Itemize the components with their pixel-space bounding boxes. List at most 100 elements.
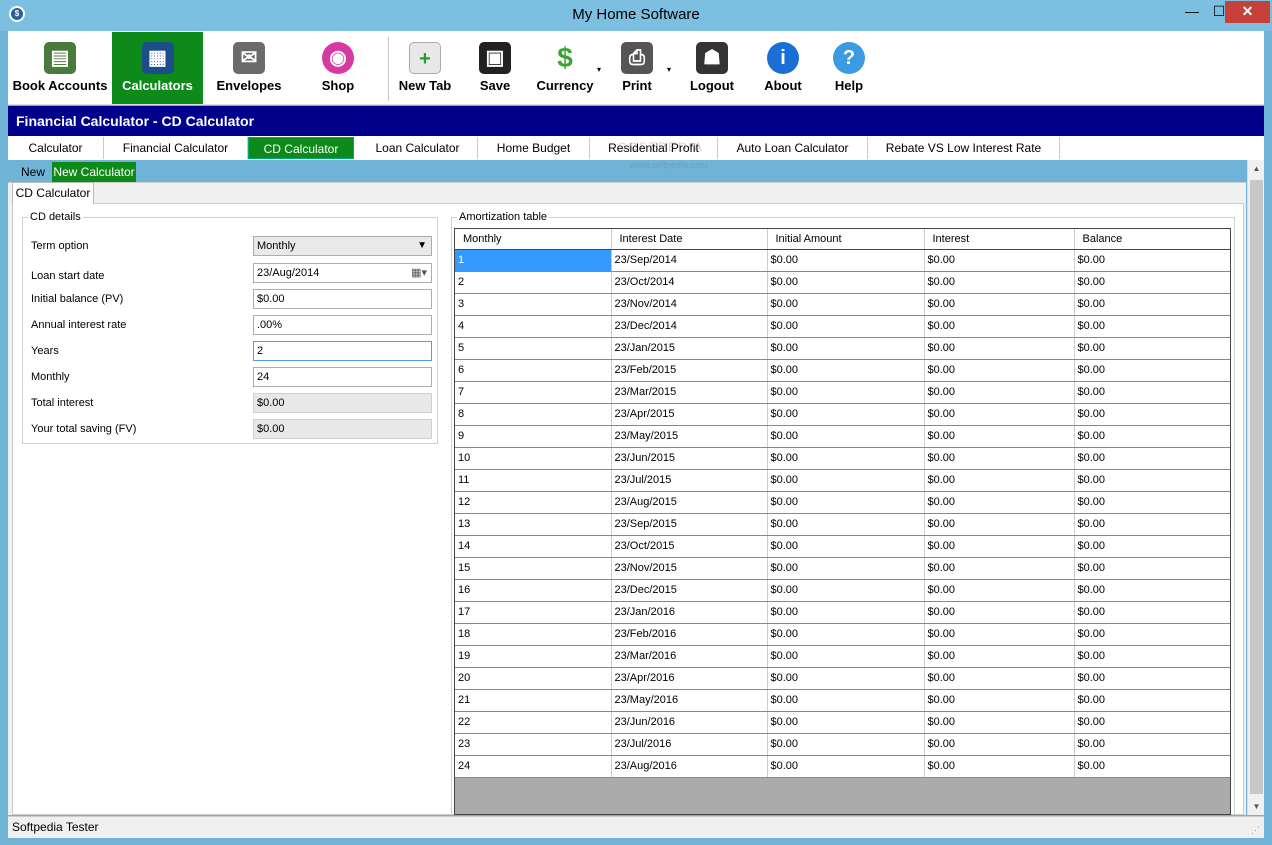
initial-balance-input[interactable]: $0.00 [253,289,432,309]
table-cell[interactable]: $0.00 [767,645,925,668]
table-cell[interactable]: 3 [455,293,612,316]
table-cell[interactable]: $0.00 [1074,359,1230,382]
table-cell[interactable]: $0.00 [767,513,925,536]
table-cell[interactable]: 23/May/2015 [611,425,768,448]
table-cell[interactable]: $0.00 [924,425,1075,448]
table-row[interactable]: 11 23/Jul/2015 $0.00 $0.00 $0.00 [455,469,1230,492]
table-cell[interactable]: $0.00 [1074,667,1230,690]
tab-auto-loan-calculator[interactable]: Auto Loan Calculator [718,137,868,159]
table-cell[interactable]: $0.00 [767,733,925,756]
table-cell[interactable]: $0.00 [924,249,1075,272]
currency-button[interactable]: $ Currency [532,32,598,104]
table-cell[interactable]: 23/Oct/2014 [611,271,768,294]
table-cell[interactable]: $0.00 [767,381,925,404]
scroll-down-icon[interactable]: ▼ [1248,798,1265,815]
tab-home-budget[interactable]: Home Budget [478,137,590,159]
table-cell[interactable]: 23/Jun/2015 [611,447,768,470]
table-cell[interactable]: $0.00 [1074,381,1230,404]
table-cell[interactable]: $0.00 [1074,337,1230,360]
scroll-up-icon[interactable]: ▲ [1248,160,1265,177]
column-header-monthly[interactable]: Monthly [455,229,612,250]
table-cell[interactable]: 23/Jan/2016 [611,601,768,624]
annual-interest-rate-input[interactable]: .00% [253,315,432,335]
table-cell[interactable]: $0.00 [767,491,925,514]
table-cell[interactable]: 23/Aug/2015 [611,491,768,514]
table-cell[interactable]: 23/Nov/2014 [611,293,768,316]
amortization-table[interactable]: Monthly Interest Date Initial Amount Int… [454,228,1231,815]
table-cell[interactable]: $0.00 [924,271,1075,294]
table-cell[interactable]: $0.00 [924,689,1075,712]
scrollbar-thumb[interactable] [1250,180,1263,794]
table-cell[interactable]: $0.00 [924,667,1075,690]
table-row[interactable]: 21 23/May/2016 $0.00 $0.00 $0.00 [455,689,1230,712]
tab-calculator[interactable]: Calculator [8,137,104,159]
table-cell[interactable]: 2 [455,271,612,294]
table-cell[interactable]: $0.00 [767,403,925,426]
table-row[interactable]: 4 23/Dec/2014 $0.00 $0.00 $0.00 [455,315,1230,338]
table-cell[interactable]: $0.00 [924,403,1075,426]
subtab-new[interactable]: New [14,162,52,182]
table-cell[interactable]: $0.00 [924,491,1075,514]
table-cell[interactable]: 13 [455,513,612,536]
table-cell[interactable]: $0.00 [1074,645,1230,668]
table-row[interactable]: 8 23/Apr/2015 $0.00 $0.00 $0.00 [455,403,1230,426]
table-cell[interactable]: $0.00 [767,667,925,690]
calculators-button[interactable]: ▦ Calculators [112,32,203,104]
tab-rebate-vs-low-interest-rate[interactable]: Rebate VS Low Interest Rate [868,137,1060,159]
monthly-input[interactable]: 24 [253,367,432,387]
table-cell[interactable]: $0.00 [924,535,1075,558]
table-cell[interactable]: $0.00 [1074,557,1230,580]
years-input[interactable]: 2 [253,341,432,361]
column-header-interest[interactable]: Interest [924,229,1075,250]
table-cell[interactable]: 23/Feb/2016 [611,623,768,646]
subtab-new-calculator[interactable]: New Calculator [52,162,136,182]
table-cell[interactable]: 10 [455,447,612,470]
table-cell[interactable]: $0.00 [924,337,1075,360]
table-cell[interactable]: $0.00 [1074,733,1230,756]
table-cell[interactable]: $0.00 [767,337,925,360]
table-cell[interactable]: 4 [455,315,612,338]
column-header-initial-amount[interactable]: Initial Amount [767,229,925,250]
table-cell[interactable]: 23/Sep/2015 [611,513,768,536]
table-cell[interactable]: 6 [455,359,612,382]
table-cell[interactable]: $0.00 [924,359,1075,382]
table-cell[interactable]: $0.00 [924,733,1075,756]
table-cell[interactable]: $0.00 [924,447,1075,470]
table-cell[interactable]: $0.00 [1074,491,1230,514]
loan-start-date-picker[interactable]: 23/Aug/2014 ▦▾ [253,263,432,283]
table-cell[interactable]: $0.00 [924,645,1075,668]
table-cell[interactable]: $0.00 [924,623,1075,646]
table-row[interactable]: 1 23/Sep/2014 $0.00 $0.00 $0.00 [455,249,1230,272]
print-dropdown-caret[interactable]: ▾ [667,65,671,74]
table-cell[interactable]: 24 [455,755,612,778]
table-cell[interactable]: $0.00 [924,557,1075,580]
table-cell[interactable]: $0.00 [767,623,925,646]
table-cell[interactable]: $0.00 [924,579,1075,602]
tab-financial-calculator[interactable]: Financial Calculator [104,137,248,159]
table-row[interactable]: 22 23/Jun/2016 $0.00 $0.00 $0.00 [455,711,1230,734]
table-cell[interactable]: 23/Jun/2016 [611,711,768,734]
table-cell[interactable]: 23/Jan/2015 [611,337,768,360]
table-cell[interactable]: 15 [455,557,612,580]
help-button[interactable]: ? Help [826,32,872,104]
table-cell[interactable]: $0.00 [1074,579,1230,602]
envelopes-button[interactable]: ✉ Envelopes [208,32,290,104]
table-cell[interactable]: 23/May/2016 [611,689,768,712]
table-cell[interactable]: 20 [455,667,612,690]
table-cell[interactable]: $0.00 [924,469,1075,492]
table-cell[interactable]: 23/Nov/2015 [611,557,768,580]
table-cell[interactable]: $0.00 [1074,535,1230,558]
table-cell[interactable]: $0.00 [767,601,925,624]
table-cell[interactable]: 21 [455,689,612,712]
table-cell[interactable]: $0.00 [924,513,1075,536]
table-cell[interactable]: $0.00 [767,469,925,492]
save-button[interactable]: ▣ Save [470,32,520,104]
table-cell[interactable]: $0.00 [767,557,925,580]
table-cell[interactable]: 23/Mar/2015 [611,381,768,404]
table-cell[interactable]: 18 [455,623,612,646]
table-cell[interactable]: 19 [455,645,612,668]
table-cell[interactable]: $0.00 [767,535,925,558]
table-row[interactable]: 9 23/May/2015 $0.00 $0.00 $0.00 [455,425,1230,448]
table-cell[interactable]: $0.00 [1074,271,1230,294]
new-tab-button[interactable]: + New Tab [392,32,458,104]
